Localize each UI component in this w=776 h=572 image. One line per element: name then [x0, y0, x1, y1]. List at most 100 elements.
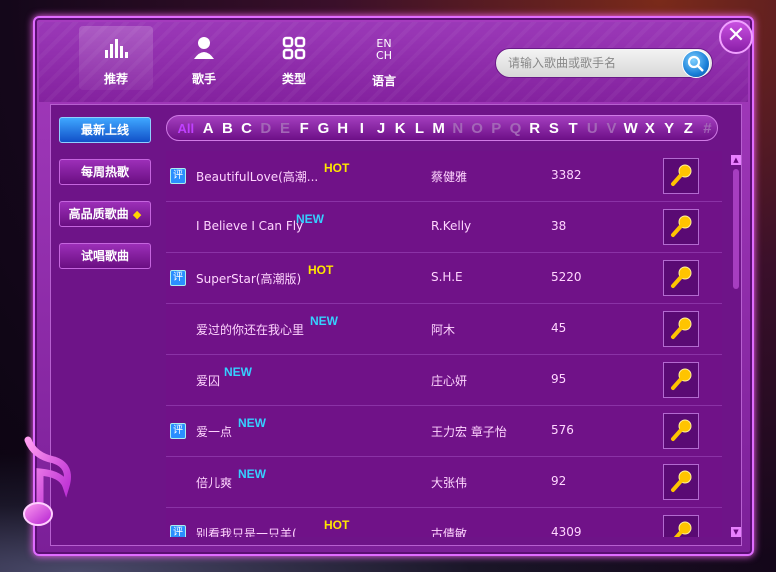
song-artist: 大张伟 [431, 476, 468, 490]
filter-letter[interactable]: M [429, 120, 448, 137]
filter-letter[interactable]: B [218, 120, 237, 137]
scroll-up-icon[interactable]: ▲ [731, 155, 741, 165]
review-icon[interactable]: 评 [170, 168, 186, 184]
song-row[interactable]: 爱过的你还在我心里 NEW 阿木 45 [166, 304, 722, 355]
song-badge: NEW [224, 365, 252, 379]
song-artist: S.H.E [431, 270, 463, 284]
content-panel: 最新上线 每周热歌 高品质歌曲 ◆ 试唱歌曲 All ABCDEFGHIJKLM… [50, 104, 742, 546]
nav-label: 高品质歌曲 [68, 207, 129, 221]
nav-latest[interactable]: 最新上线 [59, 117, 151, 143]
filter-letter[interactable]: A [199, 120, 218, 137]
sing-button[interactable] [663, 260, 699, 296]
filter-letter[interactable]: K [391, 120, 410, 137]
microphone-icon [671, 317, 692, 339]
review-icon[interactable]: 评 [170, 270, 186, 286]
song-title: I Believe I Can Fly [196, 219, 304, 233]
sing-button[interactable] [663, 464, 699, 500]
filter-letter[interactable]: Y [659, 120, 678, 137]
song-row[interactable]: 评 SuperStar(高潮版) HOT S.H.E 5220 [166, 253, 722, 304]
sing-button[interactable] [663, 413, 699, 449]
song-row[interactable]: 爱囚 NEW 庄心妍 95 [166, 355, 722, 406]
tab-language[interactable]: EN CH 语言 [347, 26, 421, 90]
scroll-down-icon[interactable]: ▼ [731, 527, 741, 537]
close-icon: ✕ [726, 23, 746, 48]
microphone-icon [671, 164, 692, 186]
song-badge: NEW [238, 467, 266, 481]
song-artist: 古倩敏 [431, 527, 468, 537]
close-button[interactable]: ✕ [719, 20, 753, 54]
category-nav: 最新上线 每周热歌 高品质歌曲 ◆ 试唱歌曲 [59, 117, 151, 285]
song-artist: 蔡健雅 [431, 170, 468, 184]
filter-letter[interactable]: C [237, 120, 256, 137]
nav-weekly-hits[interactable]: 每周热歌 [59, 159, 151, 185]
song-count: 45 [551, 321, 567, 335]
nav-label: 试唱歌曲 [80, 249, 129, 263]
equalizer-icon [79, 36, 153, 70]
filter-letter[interactable]: F [295, 120, 314, 137]
nav-label: 每周热歌 [80, 165, 129, 179]
review-icon[interactable]: 评 [170, 525, 186, 537]
microphone-icon [671, 470, 692, 492]
song-artist: 庄心妍 [431, 374, 468, 388]
sing-button[interactable] [663, 158, 699, 194]
alphabet-filter: All A B C D E F G H I J K L M N O P Q R S T U V W X Y Z # [166, 115, 718, 141]
music-note-logo [14, 436, 84, 536]
song-title: BeautifulLove(高潮... [196, 170, 319, 184]
filter-all[interactable]: All [173, 121, 199, 136]
nav-trial-songs[interactable]: 试唱歌曲 [59, 243, 151, 269]
sing-button[interactable] [663, 362, 699, 398]
filter-letter[interactable]: J [371, 120, 390, 137]
nav-high-quality[interactable]: 高品质歌曲 ◆ [59, 201, 151, 227]
song-badge: NEW [310, 314, 338, 328]
song-list: 评 BeautifulLove(高潮... HOT 蔡健雅 3382 I Believe … [166, 151, 722, 537]
sing-button[interactable] [663, 311, 699, 347]
scrollbar[interactable]: ▲ ▼ [731, 155, 741, 537]
search-icon [687, 55, 704, 72]
song-badge: HOT [324, 518, 350, 532]
tab-singer[interactable]: 歌手 [167, 26, 241, 90]
search-input[interactable] [506, 55, 680, 71]
tab-recommend[interactable]: 推荐 [79, 26, 153, 90]
tab-genre[interactable]: 类型 [257, 26, 331, 90]
song-count: 92 [551, 474, 567, 488]
song-count: 5220 [551, 270, 582, 284]
filter-letter: N [452, 119, 464, 137]
search-box [495, 48, 713, 78]
scroll-thumb[interactable] [733, 169, 739, 289]
song-count: 4309 [551, 525, 582, 537]
filter-letter[interactable]: W [621, 120, 640, 137]
filter-letter[interactable]: L [410, 120, 429, 137]
header-bar: 推荐 歌手 类型 EN CH 语言 [39, 22, 748, 102]
song-row[interactable]: 评别看我只是一只羊( HOT 古倩敏 4309 [166, 508, 722, 537]
filter-letter: P [491, 119, 502, 137]
tab-label: 语言 [371, 74, 396, 88]
song-row[interactable]: 评 BeautifulLove(高潮... HOT 蔡健雅 3382 [166, 151, 722, 202]
song-title: 爱过的你还在我心里 [196, 323, 305, 337]
search-button[interactable] [682, 50, 710, 78]
song-row[interactable]: 倍儿爽 NEW 大张伟 92 [166, 457, 722, 508]
song-count: 38 [551, 219, 567, 233]
nav-label: 最新上线 [80, 123, 129, 137]
filter-letter[interactable]: I [352, 120, 371, 137]
song-title: 爱一点 [196, 425, 233, 439]
review-icon[interactable]: 评 [170, 423, 186, 439]
song-badge: HOT [308, 263, 334, 277]
filter-letter[interactable]: R [525, 120, 544, 137]
filter-letter[interactable]: S [544, 120, 563, 137]
filter-letter[interactable]: T [563, 120, 582, 137]
filter-letter[interactable]: G [314, 120, 333, 137]
filter-letter: E [280, 119, 291, 137]
filter-letter[interactable]: Z [679, 120, 698, 137]
song-title: 倍儿爽 [196, 476, 233, 490]
filter-letter: V [606, 119, 617, 137]
song-row[interactable]: I Believe I Can Fly NEW R.Kelly 38 [166, 202, 722, 253]
sing-button[interactable] [663, 209, 699, 245]
filter-letter: D [260, 119, 272, 137]
microphone-icon [671, 419, 692, 441]
filter-letter[interactable]: H [333, 120, 352, 137]
song-row[interactable]: 评爱一点 NEW 王力宏 章子怡 576 [166, 406, 722, 457]
song-title: 别看我只是一只羊( [196, 527, 297, 537]
tab-label: 类型 [281, 72, 306, 86]
filter-letter[interactable]: X [640, 120, 659, 137]
sing-button[interactable] [663, 515, 699, 537]
